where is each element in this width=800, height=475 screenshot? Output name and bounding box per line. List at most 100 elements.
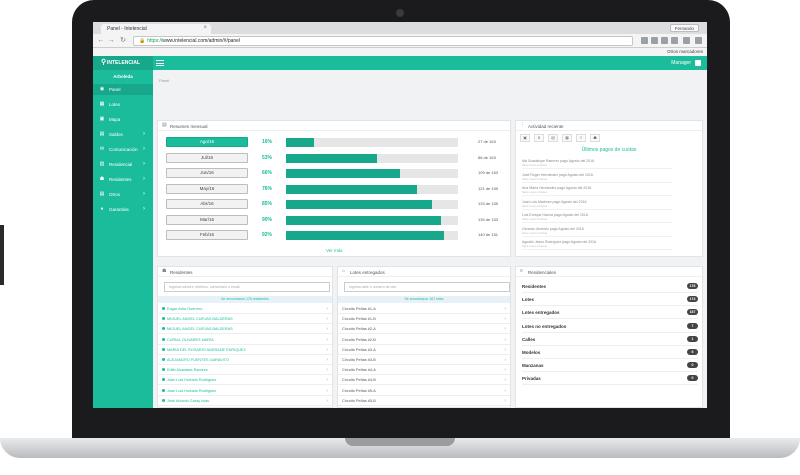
tab-list-icon[interactable]: ≡ <box>576 134 586 142</box>
sidebar-item-label: Saldos <box>109 132 123 137</box>
resident-row[interactable]: MIGUEL ANGEL CUEVAS BALDERAS › <box>158 315 332 325</box>
profile-button[interactable]: Fernando <box>669 24 699 32</box>
sidebar-item[interactable]: ◉ Panel <box>93 84 153 95</box>
month-button[interactable]: Jun/16 <box>166 168 248 178</box>
lot-row[interactable]: Circuito Peñas #5-B › <box>338 397 510 406</box>
lots-search-input[interactable]: Ingresa calle o número de lote. <box>344 282 510 292</box>
tab-calendar-icon[interactable]: ▦ <box>562 134 572 142</box>
month-count: 109 de 163 <box>478 170 499 175</box>
tab-images-icon[interactable]: ▣ <box>520 134 530 142</box>
breadcrumb[interactable]: Panel <box>159 78 169 83</box>
activity-time: hace unos minutos <box>522 230 548 235</box>
summary-row[interactable]: Residentes 176 <box>522 281 698 293</box>
resident-name: Edgar Avila Guerrero <box>167 307 203 311</box>
see-more-link[interactable]: Ver más <box>326 248 343 253</box>
lots-panel: ⌂ Lotes entregados Ingresa calle o númer… <box>337 266 511 408</box>
tab-money-icon[interactable]: $ <box>534 134 544 142</box>
close-icon[interactable]: × <box>203 25 207 31</box>
chat-icon: ✉ <box>99 146 105 152</box>
resident-row[interactable]: Juan Luis Hurtado Rodriguez › <box>158 387 332 396</box>
month-button[interactable]: Jul/16 <box>166 152 248 163</box>
lot-row[interactable]: Circuito Peñas #1-A › <box>338 305 510 314</box>
extension-icon[interactable] <box>683 37 690 44</box>
sidebar-item-label: Panel <box>109 87 121 92</box>
lot-row[interactable]: Circuito Peñas #3-A › <box>338 346 510 355</box>
resident-row[interactable]: Edgar Avila Guerrero › <box>158 305 332 314</box>
forward-icon[interactable]: → <box>107 37 115 45</box>
sidebar-item[interactable]: ♦ Garantías › <box>93 204 153 215</box>
residents-search-input[interactable]: Ingresa nombre, teléfono, comentario o e… <box>164 282 330 292</box>
progress-fill <box>286 169 400 178</box>
month-button[interactable]: Mar/16 <box>166 214 248 225</box>
month-count: 121 de 159 <box>478 185 499 191</box>
resident-row[interactable]: CURIAL OLIVARES MARIA › <box>158 336 332 345</box>
activity-item[interactable]: Juan Luis Martínez pagó Agosto del 2016.… <box>522 200 672 210</box>
lot-row[interactable]: Circuito Peñas #4-B › <box>338 376 510 386</box>
resident-name: ALEJANDRO FUENTES GARAVITO <box>167 358 229 362</box>
summary-row[interactable]: Modelos 6 <box>522 347 698 359</box>
summary-row[interactable]: Lotes no entregados 7 <box>522 321 698 333</box>
menu-icon[interactable] <box>695 37 702 44</box>
sidebar-item[interactable]: ▤ Saldos › <box>93 129 153 140</box>
sidebar-item[interactable]: ☗ Residentes › <box>93 174 153 185</box>
resident-row[interactable]: MIGUEL ANGEL CUEVAS BALDERAS › <box>158 325 332 335</box>
brand-logo[interactable]: ⚲ INTELENCIAL <box>93 56 153 70</box>
activity-item[interactable]: Agustín Jesús Rodríguez pagó Agosto del … <box>522 240 672 250</box>
progress-fill <box>286 184 417 194</box>
lot-row[interactable]: Circuito Peñas #5-A › <box>338 387 510 396</box>
activity-item[interactable]: Luis Enrique García pagó Agosto del 2016… <box>522 213 672 223</box>
activity-item[interactable]: Ma Guadalupe Ramírez pagó Agosto del 201… <box>522 159 672 169</box>
lot-row[interactable]: Circuito Peñas #4-A › <box>338 366 510 376</box>
extension-icon[interactable] <box>641 37 648 44</box>
browser-tab[interactable]: Panel - Intelencial × <box>101 24 211 34</box>
tab-user-icon[interactable]: ☗ <box>590 134 600 142</box>
activity-item[interactable]: José Roger Hernández pagó Agosto del 201… <box>522 173 672 183</box>
panel-header: ⋮ Actividad reciente <box>516 121 702 131</box>
extension-icon[interactable] <box>661 37 668 44</box>
status-dot <box>162 327 165 331</box>
summary-row[interactable]: Lotes 174 <box>522 294 698 307</box>
extension-icon[interactable] <box>671 37 678 44</box>
status-dot <box>162 398 165 402</box>
extension-icon[interactable] <box>651 37 658 44</box>
manager-label[interactable]: Manager <box>671 60 691 66</box>
lot-row[interactable]: Circuito Peñas #2-B › <box>338 336 510 345</box>
activity-item[interactable]: Gerardo Jiménez pagó Agosto del 2016. hac… <box>522 227 672 237</box>
sidebar-item-label: Residencial <box>109 162 133 167</box>
month-button[interactable]: May/16 <box>166 183 248 194</box>
month-button[interactable]: Abr/16 <box>166 199 248 209</box>
resident-row[interactable]: José Antonio Garay Islas › <box>158 397 332 406</box>
lot-row[interactable]: Circuito Peñas #3-B › <box>338 356 510 365</box>
activity-item[interactable]: Ana María Hernández pagó Agosto del 2016… <box>522 186 672 196</box>
sidebar-item[interactable]: ✉ Comunicación › <box>93 144 153 155</box>
month-button[interactable]: Ago/16 <box>166 137 248 147</box>
sidebar-item[interactable]: ▥ Residencial › <box>93 159 153 170</box>
app-header: ⚲ INTELENCIAL Manager <box>93 56 707 70</box>
chevron-right-icon: › <box>143 131 145 137</box>
summary-row[interactable]: Manzanas 0 <box>522 360 698 373</box>
resident-row[interactable]: MARIA DEL ROSARIO ANDRADE ENRIQUEZ › <box>158 346 332 355</box>
sidebar-item[interactable]: ▦ Lotes <box>93 99 153 110</box>
summary-row[interactable]: Privadas 0 <box>522 373 698 386</box>
back-icon[interactable]: ← <box>97 37 105 45</box>
progress-track <box>286 231 458 240</box>
other-bookmarks[interactable]: Otros marcadores <box>667 49 703 54</box>
summary-row[interactable]: Lotes entregados 167 <box>522 307 698 320</box>
resident-row[interactable]: ALEJANDRO FUENTES GARAVITO › <box>158 356 332 365</box>
lot-row[interactable]: Circuito Peñas #2-A › <box>338 325 510 335</box>
lock-icon[interactable] <box>695 60 701 66</box>
tab-doc-icon[interactable]: ▤ <box>548 134 558 142</box>
hamburger-icon[interactable] <box>156 60 164 66</box>
activity-text: José Roger Hernández pagó Agosto del 201… <box>522 172 594 177</box>
lot-row[interactable]: Circuito Peñas #1-B › <box>338 315 510 325</box>
resident-row[interactable]: Juan Luis Hurtado Rodriguez › <box>158 376 332 386</box>
summary-row[interactable]: Calles 1 <box>522 334 698 346</box>
month-button[interactable]: Feb/16 <box>166 230 248 240</box>
resident-row[interactable]: Edith Alcantara Ramirez › <box>158 366 332 376</box>
sidebar-item[interactable]: ▣ Mapa <box>93 114 153 125</box>
progress-track <box>286 138 458 147</box>
url-input[interactable]: 🔒 https://www.intelencial.com/admin/#/pan… <box>133 36 633 46</box>
sidebar-item[interactable]: ▤ Otros › <box>93 189 153 200</box>
main-content: Panel ▤ Resumen mensual Ago/16 16% 27 de 1… <box>153 70 707 408</box>
reload-icon[interactable]: ↻ <box>119 37 127 45</box>
